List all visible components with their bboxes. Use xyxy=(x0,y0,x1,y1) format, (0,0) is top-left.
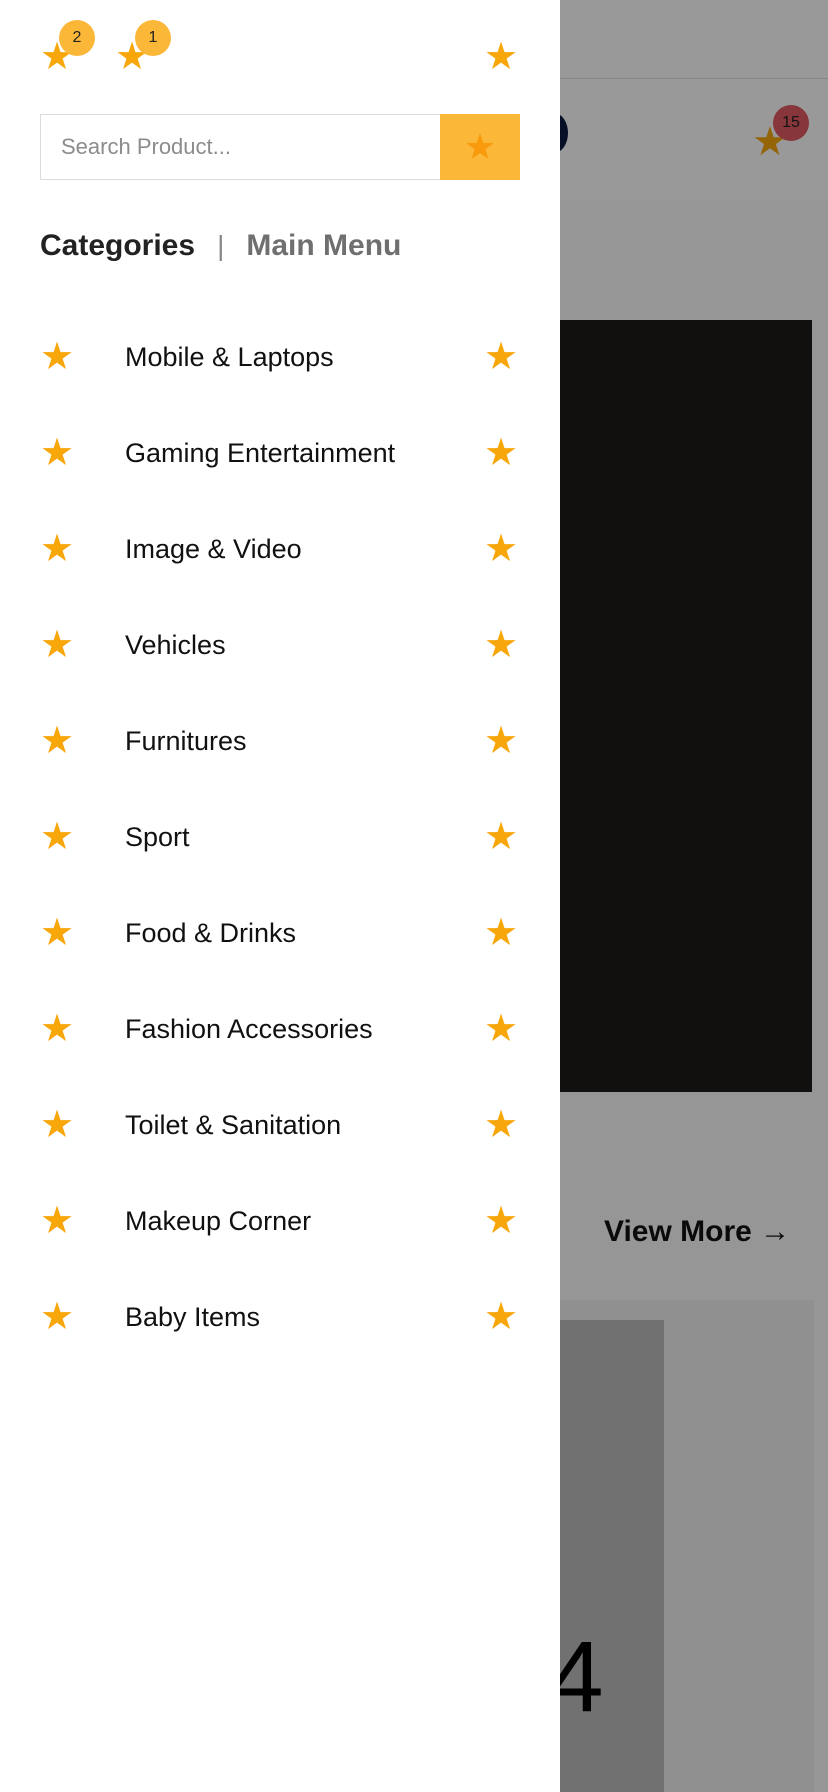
category-label: Toilet & Sanitation xyxy=(125,1110,342,1140)
side-drawer: ★ 2 ★ 1 ★ ★ Categories | Main Menu ★ Mob… xyxy=(0,0,560,1792)
category-star-icon: ★ xyxy=(40,528,75,570)
expand-star-icon[interactable]: ★ xyxy=(484,434,518,472)
category-star-icon: ★ xyxy=(40,816,75,858)
search-input[interactable] xyxy=(41,115,441,179)
category-item-furnitures[interactable]: ★ Furnitures ★ xyxy=(0,694,560,790)
category-star-icon: ★ xyxy=(40,1008,75,1050)
expand-star-icon[interactable]: ★ xyxy=(484,338,518,376)
tab-main-menu[interactable]: Main Menu xyxy=(246,229,401,263)
category-star-icon: ★ xyxy=(40,1104,75,1146)
category-item-baby-items[interactable]: ★ Baby Items ★ xyxy=(0,1270,560,1366)
category-label: Gaming Entertainment xyxy=(125,438,396,468)
expand-star-icon[interactable]: ★ xyxy=(484,818,518,856)
category-list: ★ Mobile & Laptops ★ ★ Gaming Entertainm… xyxy=(0,310,560,1366)
category-label: Makeup Corner xyxy=(125,1206,312,1236)
category-label: Food & Drinks xyxy=(125,918,297,948)
category-star-icon: ★ xyxy=(40,1200,75,1242)
expand-star-icon[interactable]: ★ xyxy=(484,530,518,568)
close-drawer-icon[interactable]: ★ xyxy=(484,38,518,76)
drawer-tabs: Categories | Main Menu xyxy=(40,224,401,268)
tab-categories[interactable]: Categories xyxy=(40,229,195,263)
category-item-gaming-entertainment[interactable]: ★ Gaming Entertainment ★ xyxy=(0,406,560,502)
category-star-icon: ★ xyxy=(40,912,75,954)
category-label: Mobile & Laptops xyxy=(125,342,334,372)
search-button[interactable]: ★ xyxy=(440,114,520,180)
expand-star-icon[interactable]: ★ xyxy=(484,722,518,760)
category-item-makeup-corner[interactable]: ★ Makeup Corner ★ xyxy=(0,1174,560,1270)
search-star-icon: ★ xyxy=(463,126,497,167)
category-label: Baby Items xyxy=(125,1302,261,1332)
category-item-vehicles[interactable]: ★ Vehicles ★ xyxy=(0,598,560,694)
tab-separator: | xyxy=(217,230,225,261)
expand-star-icon[interactable]: ★ xyxy=(484,1202,518,1240)
expand-star-icon[interactable]: ★ xyxy=(484,1010,518,1048)
search-bar: ★ xyxy=(40,114,520,180)
category-item-fashion-accessories[interactable]: ★ Fashion Accessories ★ xyxy=(0,982,560,1078)
category-item-mobile-laptops[interactable]: ★ Mobile & Laptops ★ xyxy=(0,310,560,406)
category-item-toilet-sanitation[interactable]: ★ Toilet & Sanitation ★ xyxy=(0,1078,560,1174)
category-label: Image & Video xyxy=(125,534,302,564)
category-item-food-drinks[interactable]: ★ Food & Drinks ★ xyxy=(0,886,560,982)
category-star-icon: ★ xyxy=(40,432,75,474)
category-star-icon: ★ xyxy=(40,1296,75,1338)
category-label: Furnitures xyxy=(125,726,247,756)
category-star-icon: ★ xyxy=(40,720,75,762)
expand-star-icon[interactable]: ★ xyxy=(484,626,518,664)
category-label: Sport xyxy=(125,822,190,852)
category-label: Fashion Accessories xyxy=(125,1014,373,1044)
category-label: Vehicles xyxy=(125,630,226,660)
category-star-icon: ★ xyxy=(40,336,75,378)
wishlist-count-badge: 2 xyxy=(59,20,95,56)
expand-star-icon[interactable]: ★ xyxy=(484,1106,518,1144)
category-item-image-video[interactable]: ★ Image & Video ★ xyxy=(0,502,560,598)
category-item-sport[interactable]: ★ Sport ★ xyxy=(0,790,560,886)
compare-count-badge: 1 xyxy=(135,20,171,56)
category-star-icon: ★ xyxy=(40,624,75,666)
expand-star-icon[interactable]: ★ xyxy=(484,1298,518,1336)
expand-star-icon[interactable]: ★ xyxy=(484,914,518,952)
